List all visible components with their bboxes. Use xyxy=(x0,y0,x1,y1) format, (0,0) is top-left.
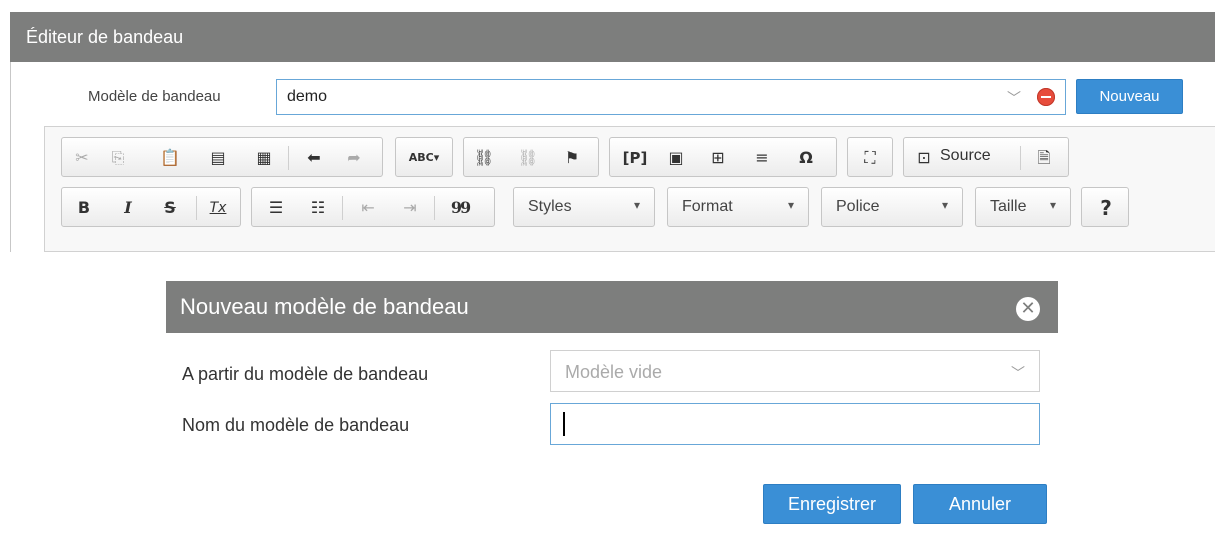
format-combo[interactable]: Format ▾ xyxy=(667,187,809,227)
remove-format-icon[interactable]: Tx xyxy=(206,196,230,220)
link-group: ⛓ ⛓ ⚑ xyxy=(463,137,599,177)
bold-icon[interactable]: B xyxy=(72,196,96,220)
editor-panel-title: Éditeur de bandeau xyxy=(10,12,1215,62)
blockquote-icon[interactable]: 99 xyxy=(448,196,472,220)
separator xyxy=(1020,146,1021,170)
anchor-icon[interactable]: ⚑ xyxy=(560,146,584,170)
help-group: ? xyxy=(1081,187,1129,227)
separator xyxy=(288,146,289,170)
panel-border xyxy=(10,62,11,252)
save-button[interactable]: Enregistrer xyxy=(763,484,901,524)
close-icon[interactable]: ✕ xyxy=(1016,297,1040,321)
copy-icon[interactable]: ⎘ xyxy=(106,146,130,170)
maximize-icon[interactable]: ⛶ xyxy=(858,146,882,170)
from-model-select[interactable]: Modèle vide ﹀ xyxy=(550,350,1040,392)
paste-icon[interactable]: 📋 xyxy=(158,146,182,170)
source-button-label[interactable]: Source xyxy=(940,147,991,165)
undo-icon[interactable]: ⬅ xyxy=(302,146,326,170)
model-label: Modèle de bandeau xyxy=(88,88,221,105)
cancel-button[interactable]: Annuler xyxy=(913,484,1047,524)
paste-text-icon[interactable]: ▤ xyxy=(206,146,230,170)
italic-icon[interactable]: I xyxy=(116,196,140,220)
basic-styles-group: B I S Tx xyxy=(61,187,241,227)
model-name-label: Nom du modèle de bandeau xyxy=(182,415,410,435)
model-select[interactable]: demo ﹀ xyxy=(276,79,1066,115)
paste-word-icon[interactable]: ▦ xyxy=(252,146,276,170)
separator xyxy=(434,196,435,220)
chevron-down-icon[interactable]: ﹀ xyxy=(1007,88,1021,108)
source-group: ⊡ Source 🗎 xyxy=(903,137,1069,177)
from-model-label: A partir du modèle de bandeau xyxy=(182,364,429,384)
styles-combo-label: Styles xyxy=(528,198,572,215)
templates-icon[interactable]: 🗎 xyxy=(1032,146,1056,170)
separator xyxy=(196,196,197,220)
maximize-group: ⛶ xyxy=(847,137,893,177)
horizontal-rule-icon[interactable]: ≡ xyxy=(750,146,774,170)
rich-text-editor: ✂ ⎘ 📋 ▤ ▦ ⬅ ➦ ABC▾ ⛓ ⛓ ⚑ [P] ▣ ⊞ ≡ Ω ⛶ ⊡ xyxy=(44,126,1215,252)
styles-combo[interactable]: Styles ▾ xyxy=(513,187,655,227)
image-icon[interactable]: ▣ xyxy=(664,146,688,170)
dialog-title: Nouveau modèle de bandeau xyxy=(166,281,1058,333)
model-select-value: demo xyxy=(287,88,328,105)
insert-group: [P] ▣ ⊞ ≡ Ω xyxy=(609,137,837,177)
bulleted-list-icon[interactable]: ☷ xyxy=(306,196,330,220)
spellcheck-group: ABC▾ xyxy=(395,137,453,177)
spellcheck-icon[interactable]: ABC▾ xyxy=(404,146,444,170)
table-icon[interactable]: ⊞ xyxy=(706,146,730,170)
from-model-placeholder: Modèle vide xyxy=(565,362,663,382)
source-icon[interactable]: ⊡ xyxy=(912,146,936,170)
outdent-icon[interactable]: ⇤ xyxy=(356,196,380,220)
help-icon[interactable]: ? xyxy=(1094,196,1118,220)
indent-icon[interactable]: ⇥ xyxy=(398,196,422,220)
unlink-icon[interactable]: ⛓ xyxy=(516,146,540,170)
list-group: ☰ ☷ ⇤ ⇥ 99 xyxy=(251,187,495,227)
size-combo-label: Taille xyxy=(990,198,1027,215)
separator xyxy=(342,196,343,220)
numbered-list-icon[interactable]: ☰ xyxy=(264,196,288,220)
redo-icon[interactable]: ➦ xyxy=(342,146,366,170)
new-model-button[interactable]: Nouveau xyxy=(1076,79,1183,114)
size-combo[interactable]: Taille ▾ xyxy=(975,187,1071,227)
chevron-down-icon[interactable]: ﹀ xyxy=(1011,363,1025,383)
caret-down-icon: ▾ xyxy=(633,198,640,212)
text-caret xyxy=(563,412,565,436)
placeholder-icon[interactable]: [P] xyxy=(618,146,652,170)
special-char-icon[interactable]: Ω xyxy=(794,146,818,170)
strike-icon[interactable]: S xyxy=(158,196,182,220)
caret-down-icon: ▾ xyxy=(787,198,794,212)
link-icon[interactable]: ⛓ xyxy=(472,146,496,170)
clipboard-group: ✂ ⎘ 📋 ▤ ▦ ⬅ ➦ xyxy=(61,137,383,177)
model-name-input[interactable] xyxy=(550,403,1040,445)
clear-selection-icon[interactable] xyxy=(1037,88,1055,106)
format-combo-label: Format xyxy=(682,198,733,215)
caret-down-icon: ▾ xyxy=(941,198,948,212)
cut-icon[interactable]: ✂ xyxy=(70,146,94,170)
caret-down-icon: ▾ xyxy=(1049,198,1056,212)
font-combo-label: Police xyxy=(836,198,880,215)
font-combo[interactable]: Police ▾ xyxy=(821,187,963,227)
